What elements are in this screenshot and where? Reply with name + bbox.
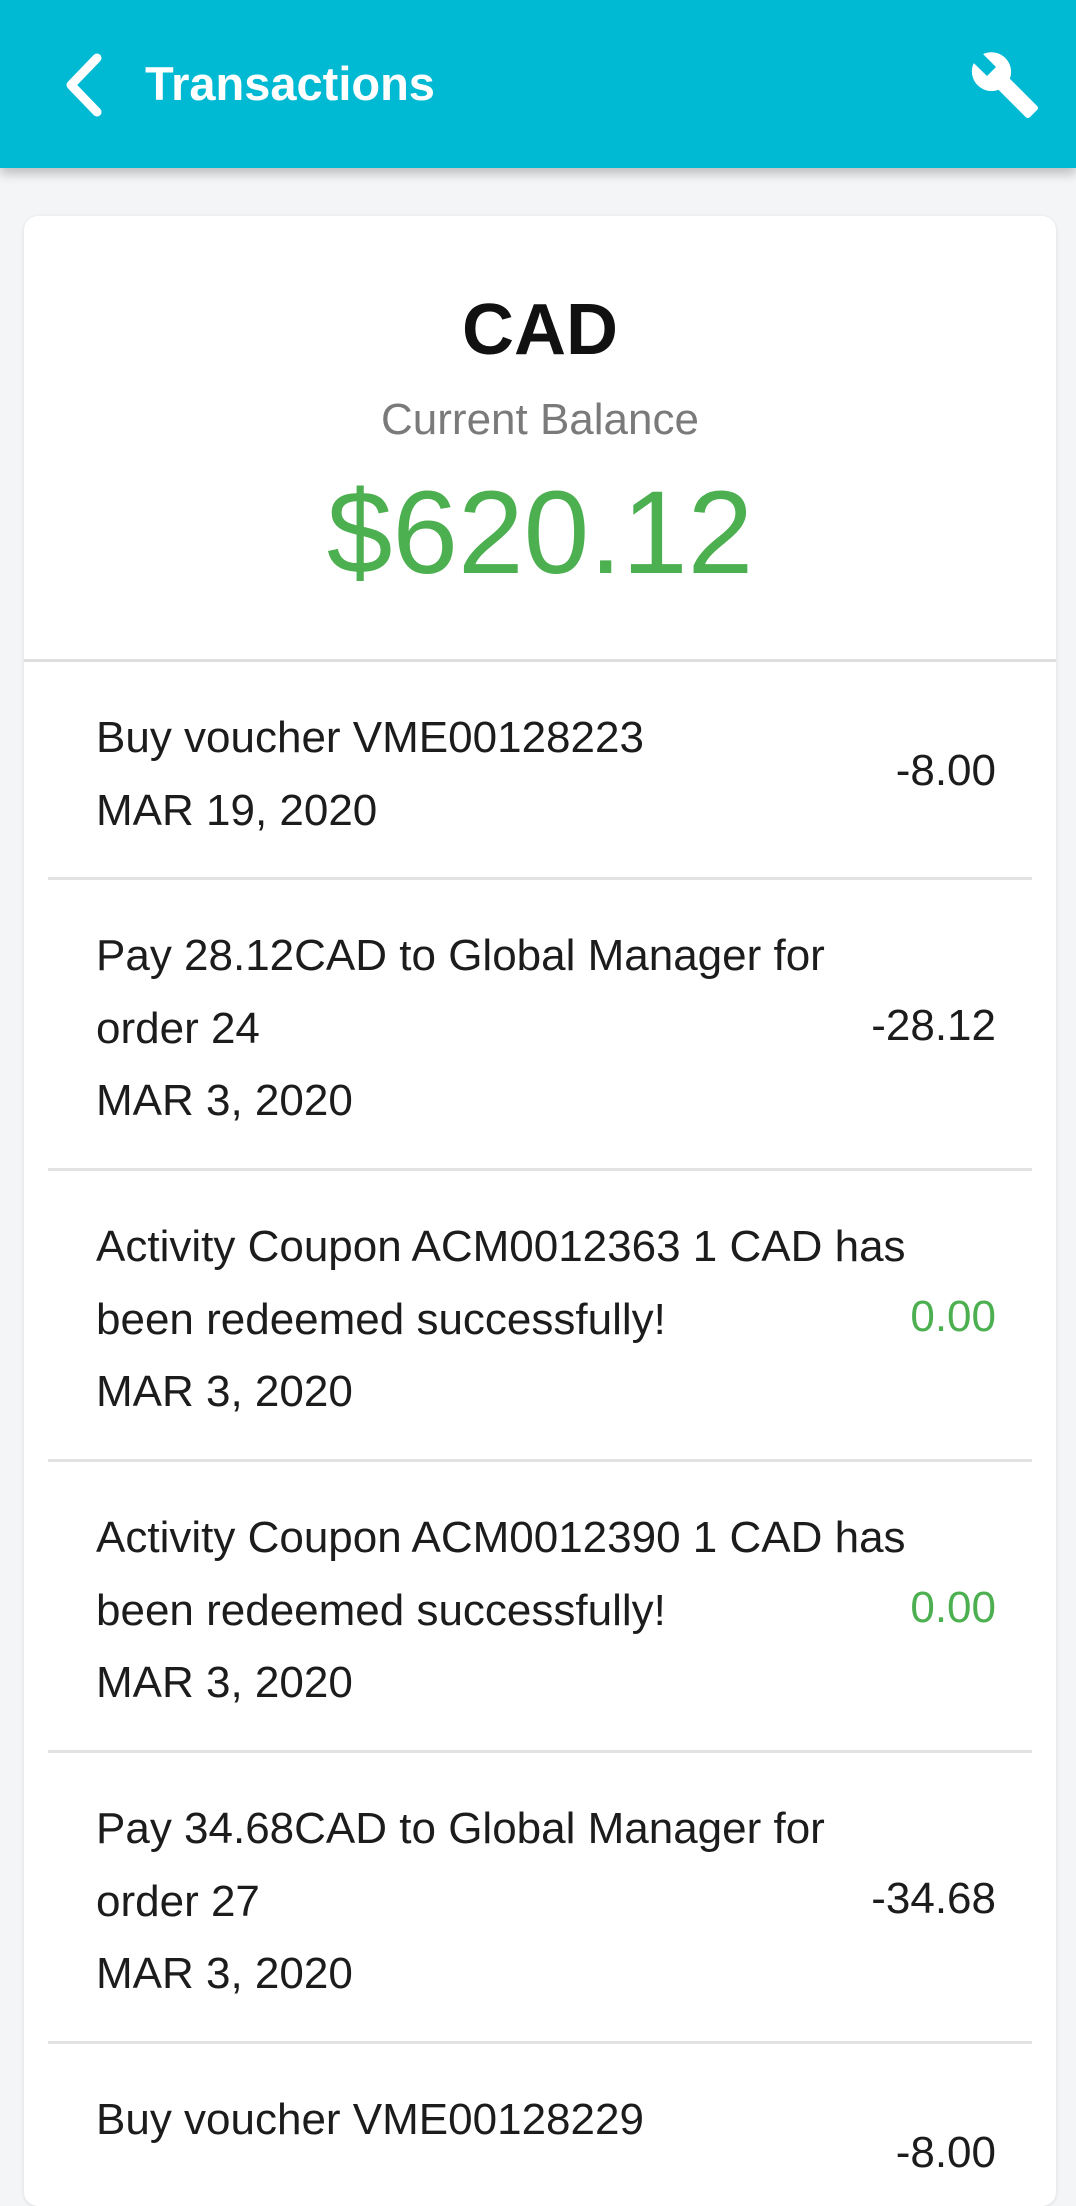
transaction-row[interactable]: Pay 34.68CAD to Global Manager for order… (24, 1753, 1056, 2044)
transaction-amount: 0.00 (910, 1292, 996, 1341)
transaction-description: Activity Coupon ACM0012390 1 CAD has bee… (96, 1513, 906, 1635)
transaction-row[interactable]: Activity Coupon ACM0012390 1 CAD has bee… (24, 1462, 1056, 1753)
transaction-text: Pay 34.68CAD to Global Manager for order… (96, 1793, 876, 2011)
transaction-amount: -8.00 (895, 746, 996, 795)
transaction-date: MAR 3, 2020 (96, 1949, 353, 1998)
balance-label: Current Balance (381, 395, 699, 444)
wrench-icon (971, 52, 1038, 118)
settings-button[interactable] (960, 40, 1050, 130)
currency-code: CAD (462, 290, 618, 370)
page-title: Transactions (145, 57, 435, 110)
transaction-description: Buy voucher VME00128223 (96, 713, 644, 762)
transaction-text: Buy voucher VME00128229 (96, 2084, 896, 2157)
transaction-description: Buy voucher VME00128229 (96, 2095, 644, 2144)
balance-card: CAD Current Balance $620.12 Buy voucher … (24, 216, 1056, 2206)
transaction-description: Pay 28.12CAD to Global Manager for order… (96, 931, 825, 1053)
transaction-amount: -8.00 (895, 2128, 996, 2177)
transaction-description: Activity Coupon ACM0012363 1 CAD has bee… (96, 1222, 906, 1344)
transaction-row[interactable]: Pay 28.12CAD to Global Manager for order… (24, 880, 1056, 1171)
transaction-row[interactable]: Buy voucher VME00128229 -8.00 (24, 2044, 1056, 2206)
transaction-date: MAR 19, 2020 (96, 785, 378, 835)
balance-amount: $620.12 (326, 467, 754, 599)
app-bar: Transactions (0, 0, 1076, 168)
transaction-date: MAR 3, 2020 (96, 1658, 353, 1707)
transaction-amount: -34.68 (871, 1874, 996, 1923)
transaction-text: Activity Coupon ACM0012363 1 CAD has bee… (96, 1211, 926, 1429)
back-button[interactable] (44, 40, 124, 130)
balance-summary: CAD Current Balance $620.12 (24, 216, 1056, 662)
transaction-amount: -28.12 (871, 1001, 996, 1050)
transaction-text: Pay 28.12CAD to Global Manager for order… (96, 920, 876, 1138)
transaction-row[interactable]: Buy voucher VME00128223 MAR 19, 2020 -8.… (24, 662, 1056, 880)
chevron-left-icon (66, 53, 102, 117)
transaction-date: MAR 3, 2020 (96, 1076, 353, 1125)
transaction-row[interactable]: Activity Coupon ACM0012363 1 CAD has bee… (24, 1171, 1056, 1462)
transaction-list: Buy voucher VME00128223 MAR 19, 2020 -8.… (24, 662, 1056, 2206)
transaction-amount: 0.00 (910, 1583, 996, 1632)
transaction-text: Activity Coupon ACM0012390 1 CAD has bee… (96, 1502, 926, 1720)
transaction-text: Buy voucher VME00128223 MAR 19, 2020 (96, 702, 896, 847)
transaction-date: MAR 3, 2020 (96, 1367, 353, 1416)
transaction-description: Pay 34.68CAD to Global Manager for order… (96, 1804, 825, 1926)
